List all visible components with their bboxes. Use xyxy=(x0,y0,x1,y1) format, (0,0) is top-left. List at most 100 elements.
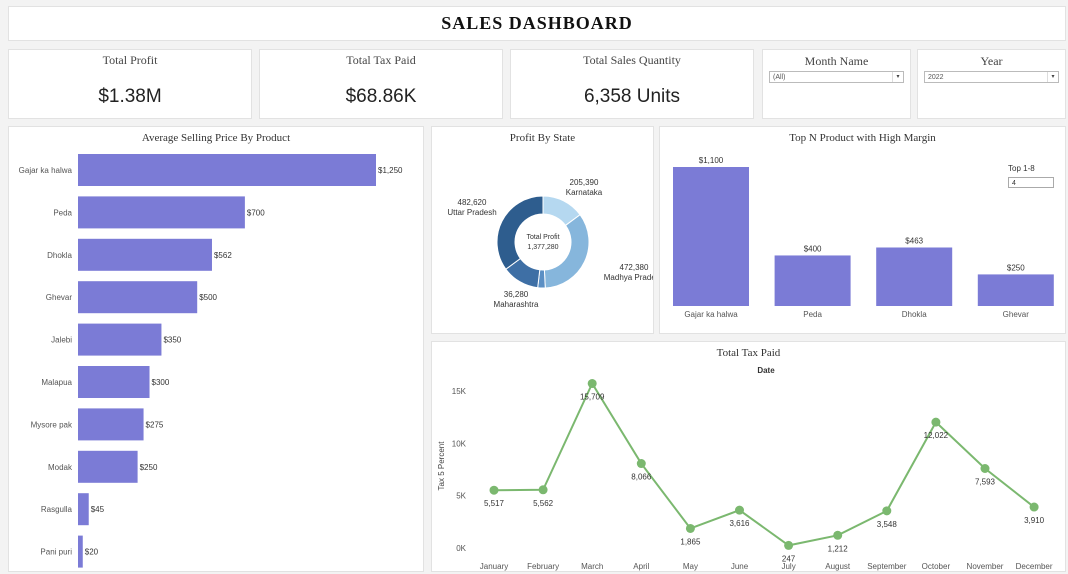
bar xyxy=(977,274,1054,306)
category-label: Modak xyxy=(48,463,73,472)
slice-name-label: Maharashtra xyxy=(494,300,539,309)
x-tick-label: December xyxy=(1016,562,1053,571)
slice-value-label: 472,380 xyxy=(620,263,649,272)
data-label: 12,022 xyxy=(924,431,949,440)
data-label: 5,562 xyxy=(533,499,554,508)
x-tick-label: November xyxy=(967,562,1004,571)
category-label: Mysore pak xyxy=(31,420,73,429)
chevron-down-icon[interactable]: ▾ xyxy=(892,72,903,82)
data-point xyxy=(980,463,990,473)
category-label: Dhokla xyxy=(47,251,72,260)
data-label: $300 xyxy=(152,378,170,387)
pie-slice xyxy=(496,195,544,270)
data-point xyxy=(784,540,794,550)
data-label: $562 xyxy=(214,251,232,260)
tax-panel: Total Tax Paid Date Tax 5 Percent 0K 5K 10K 1… xyxy=(431,341,1066,572)
category-label: Pani puri xyxy=(40,548,72,557)
kpi-value: $1.38M xyxy=(98,86,162,107)
category-label: Ghevar xyxy=(46,293,73,302)
profit-state-panel: Profit By State Total Profit 1,377,280 205… xyxy=(431,126,654,334)
x-tick-label: February xyxy=(527,562,559,571)
category-label: Peda xyxy=(803,310,822,319)
category-label: Peda xyxy=(53,208,72,217)
topn-chart: $1,100 Gajar ka halwa $400 Peda $463 Dhokla $2… xyxy=(673,156,1054,319)
topn-panel: Top N Product with High Margin $1,100 Gaj… xyxy=(659,126,1066,334)
kpi-value: 6,358 Units xyxy=(583,86,681,107)
y-tick-label: 15K xyxy=(452,387,467,396)
slice-value-label: 482,620 xyxy=(458,198,487,207)
data-label: $463 xyxy=(905,236,923,245)
bar xyxy=(78,323,162,356)
slice-value-label: 36,280 xyxy=(504,290,529,299)
data-label: 5,517 xyxy=(484,499,505,508)
data-label: $1,100 xyxy=(699,156,724,165)
category-label: Rasgulla xyxy=(41,505,73,514)
data-label: 1,212 xyxy=(828,544,849,553)
data-label: $45 xyxy=(91,505,105,514)
data-label: $700 xyxy=(247,208,265,217)
chevron-down-icon[interactable]: ▾ xyxy=(1047,72,1058,82)
x-tick-label: August xyxy=(825,562,851,571)
topn-input[interactable]: 4 xyxy=(1008,177,1054,188)
kpi-total-tax: Total Tax Paid $68.86K xyxy=(259,49,503,119)
slice-value-label: 205,390 xyxy=(570,178,599,187)
kpi-total-profit: Total Profit $1.38M xyxy=(8,49,252,119)
center-value: 1,377,280 xyxy=(527,244,558,251)
chart-subtitle: Date xyxy=(757,366,775,375)
year-filter: Year 2022 ▾ xyxy=(917,49,1066,119)
category-label: Dhokla xyxy=(902,310,927,319)
kpi-value: $68.86K xyxy=(345,86,417,107)
data-label: 7,593 xyxy=(975,477,996,486)
dashboard-title-bar: SALES DASHBOARD xyxy=(8,6,1066,41)
y-tick-label: 10K xyxy=(452,439,467,448)
data-point xyxy=(636,459,646,469)
x-tick-label: September xyxy=(867,562,906,571)
page-title: SALES DASHBOARD xyxy=(441,13,633,33)
topn-control-label: Top 1-8 xyxy=(1008,164,1035,173)
data-point xyxy=(538,485,548,495)
month-filter: Month Name (All) ▾ xyxy=(762,49,911,119)
bar xyxy=(774,255,851,306)
bar xyxy=(673,167,749,306)
data-point xyxy=(685,523,695,533)
data-point xyxy=(882,506,892,516)
category-label: Gajar ka halwa xyxy=(19,166,73,175)
bar xyxy=(78,535,83,568)
data-label: 8,066 xyxy=(631,473,652,482)
x-tick-label: January xyxy=(480,562,508,571)
x-tick-label: March xyxy=(581,562,603,571)
y-tick-label: 0K xyxy=(456,544,466,553)
category-label: Gajar ka halwa xyxy=(684,310,738,319)
data-point xyxy=(931,417,941,427)
avg-price-panel: Average Selling Price By Product Gajar k… xyxy=(8,126,424,572)
year-select-value: 2022 xyxy=(928,74,944,81)
category-label: Ghevar xyxy=(1003,310,1030,319)
profit-state-chart: Total Profit 1,377,280 205,390Karnataka 472… xyxy=(447,178,653,309)
data-label: $350 xyxy=(163,336,181,345)
slice-name-label: Karnataka xyxy=(566,188,603,197)
bar xyxy=(78,196,245,229)
data-label: $250 xyxy=(1007,263,1025,272)
bar xyxy=(78,238,212,271)
data-label: $1,250 xyxy=(378,166,403,175)
bar xyxy=(78,408,144,441)
bar xyxy=(78,493,89,526)
month-select[interactable]: (All) ▾ xyxy=(769,71,904,83)
bar xyxy=(78,154,376,186)
data-point xyxy=(489,485,499,495)
month-filter-label: Month Name xyxy=(804,54,869,68)
slice-name-label: Uttar Pradesh xyxy=(447,208,496,217)
category-label: Jalebi xyxy=(51,336,72,345)
data-label: 3,910 xyxy=(1024,516,1045,525)
bar xyxy=(78,281,198,314)
bar xyxy=(78,366,150,398)
data-label: $500 xyxy=(199,293,217,302)
x-tick-label: July xyxy=(781,562,795,571)
data-label: $275 xyxy=(146,420,164,429)
center-label: Total Profit xyxy=(526,234,559,241)
x-tick-label: April xyxy=(633,562,649,571)
data-point xyxy=(735,505,744,515)
year-select[interactable]: 2022 ▾ xyxy=(924,71,1059,83)
y-axis-label: Tax 5 Percent xyxy=(437,441,446,491)
slice-name-label: Madhya Pradesh xyxy=(604,273,653,282)
